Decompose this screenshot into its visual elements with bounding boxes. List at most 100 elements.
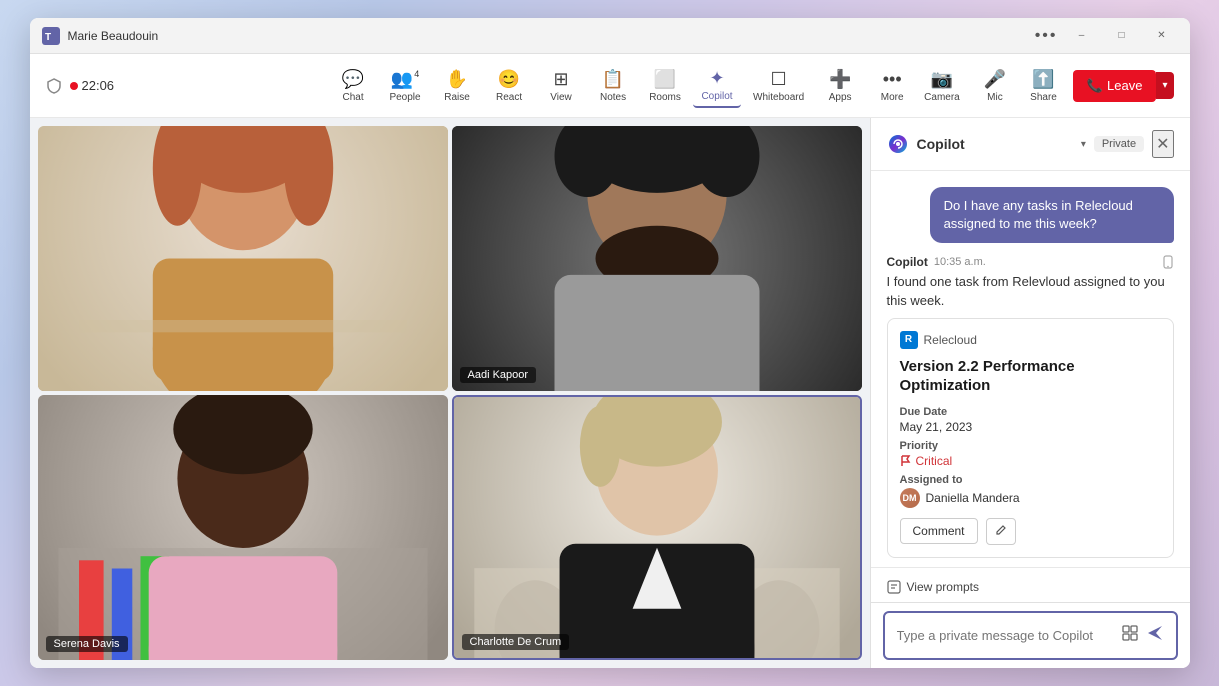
copilot-icon: ✦ xyxy=(709,68,724,89)
priority-label: Priority xyxy=(900,440,1161,452)
toolbar-raise[interactable]: ✋ Raise xyxy=(433,65,481,107)
close-window-button[interactable]: ✕ xyxy=(1146,26,1178,46)
more-options-button[interactable]: ••• xyxy=(1035,26,1058,46)
copilot-chevron-icon: ▾ xyxy=(1081,139,1086,150)
toolbar-center: 💬 Chat 👥4 People ✋ Raise 😊 React ⊞ View … xyxy=(329,64,916,108)
raise-icon: ✋ xyxy=(446,69,468,90)
copilot-title: Copilot xyxy=(917,136,1073,152)
toolbar-react[interactable]: 😊 React xyxy=(485,65,533,107)
send-button[interactable] xyxy=(1146,624,1164,647)
assigned-to-row: DM Daniella Mandera xyxy=(900,488,1161,508)
relecloud-icon: R xyxy=(900,331,918,349)
task-title: Version 2.2 Performance Optimization xyxy=(900,357,1161,396)
leave-button-group: 📞 Leave ▾ xyxy=(1073,70,1174,102)
grid-input-button[interactable] xyxy=(1120,623,1140,648)
copilot-header: Copilot ▾ Private ✕ xyxy=(871,118,1190,171)
assigned-to-label: Assigned to xyxy=(900,474,1161,486)
view-prompts-row[interactable]: View prompts xyxy=(871,572,1190,602)
copilot-meta: Copilot 10:35 a.m. xyxy=(887,255,1174,269)
window-controls: ••• – □ ✕ xyxy=(1035,26,1178,46)
task-card-header: R Relecloud xyxy=(900,331,1161,349)
flag-icon xyxy=(900,455,912,467)
teams-window: T Marie Beaudouin ••• – □ ✕ 22:06 💬 Chat xyxy=(30,18,1190,668)
pencil-icon xyxy=(995,524,1007,536)
task-assigned: Assigned to DM Daniella Mandera xyxy=(900,474,1161,508)
task-source: Relecloud xyxy=(924,333,977,347)
timer-display: 22:06 xyxy=(82,78,115,93)
view-icon: ⊞ xyxy=(553,69,568,90)
toolbar-whiteboard[interactable]: ☐ Whiteboard xyxy=(745,65,812,107)
assignee-avatar: DM xyxy=(900,488,920,508)
name-tag-2: Aadi Kapoor xyxy=(460,367,537,383)
mic-icon: 🎤 xyxy=(984,69,1006,90)
toolbar-view[interactable]: ⊞ View xyxy=(537,65,585,107)
minimize-button[interactable]: – xyxy=(1066,26,1098,46)
rooms-icon: ⬜ xyxy=(654,69,676,90)
divider xyxy=(871,567,1190,568)
priority-text: Critical xyxy=(916,454,953,468)
toolbar-left: 22:06 xyxy=(46,78,330,94)
input-actions xyxy=(1120,623,1164,648)
more-label: More xyxy=(881,92,904,103)
toolbar-rooms[interactable]: ⬜ Rooms xyxy=(641,65,689,107)
video-cell-1 xyxy=(38,126,448,391)
video-cell-2: Aadi Kapoor xyxy=(452,126,862,391)
react-icon: 😊 xyxy=(498,69,520,90)
phone-icon: 📞 xyxy=(1087,78,1103,94)
toolbar-apps[interactable]: ➕ Apps xyxy=(816,65,864,107)
task-card: R Relecloud Version 2.2 Performance Opti… xyxy=(887,318,1174,558)
leave-label: Leave xyxy=(1107,78,1142,93)
mobile-icon xyxy=(1162,255,1174,269)
name-tag-4: Charlotte De Crum xyxy=(462,634,570,650)
copilot-panel: Copilot ▾ Private ✕ Do I have any tasks … xyxy=(870,118,1190,668)
assignee-name: Daniella Mandera xyxy=(926,491,1020,505)
toolbar-notes[interactable]: 📋 Notes xyxy=(589,65,637,107)
video-cell-4: Charlotte De Crum xyxy=(452,395,862,660)
react-label: React xyxy=(496,92,522,103)
maximize-button[interactable]: □ xyxy=(1106,26,1138,46)
mic-button[interactable]: 🎤 Mic xyxy=(976,65,1014,107)
view-label: View xyxy=(550,92,572,103)
edit-button[interactable] xyxy=(986,518,1016,545)
copilot-bot-time: 10:35 a.m. xyxy=(934,256,986,268)
leave-button[interactable]: 📞 Leave xyxy=(1073,70,1157,102)
share-button[interactable]: ⬆️ Share xyxy=(1022,65,1065,107)
title-bar: T Marie Beaudouin ••• – □ ✕ xyxy=(30,18,1190,54)
mic-label: Mic xyxy=(987,92,1003,103)
name-tag-3: Serena Davis xyxy=(46,636,128,652)
whiteboard-label: Whiteboard xyxy=(753,92,804,103)
comment-button[interactable]: Comment xyxy=(900,518,978,544)
toolbar-chat[interactable]: 💬 Chat xyxy=(329,65,377,107)
copilot-response: Copilot 10:35 a.m. I found one task from… xyxy=(887,255,1174,563)
main-area: Aadi Kapoor xyxy=(30,118,1190,668)
task-due-date: Due Date May 21, 2023 xyxy=(900,406,1161,434)
video-cell-3: Serena Davis xyxy=(38,395,448,660)
svg-text:T: T xyxy=(45,32,51,43)
camera-button[interactable]: 📷 Camera xyxy=(916,65,968,107)
copilot-input[interactable] xyxy=(897,628,1112,643)
leave-dropdown-button[interactable]: ▾ xyxy=(1156,72,1173,99)
person-silhouette-1 xyxy=(38,126,448,391)
teams-logo-icon: T xyxy=(42,27,60,45)
view-prompts-label: View prompts xyxy=(907,580,979,594)
copilot-close-button[interactable]: ✕ xyxy=(1152,130,1173,158)
share-label: Share xyxy=(1030,92,1057,103)
apps-icon: ➕ xyxy=(829,69,851,90)
chat-label: Chat xyxy=(342,92,363,103)
copilot-logo-icon xyxy=(887,133,909,155)
toolbar-copilot[interactable]: ✦ Copilot xyxy=(693,64,741,108)
meeting-toolbar: 22:06 💬 Chat 👥4 People ✋ Raise 😊 React ⊞ xyxy=(30,54,1190,118)
record-dot-icon xyxy=(70,82,78,90)
toolbar-more[interactable]: ••• More xyxy=(868,65,916,107)
person-silhouette-4 xyxy=(454,397,860,658)
toolbar-people[interactable]: 👥4 People xyxy=(381,65,429,107)
shield-icon xyxy=(46,78,62,94)
chat-icon: 💬 xyxy=(342,69,364,90)
toolbar-right: 📷 Camera 🎤 Mic ⬆️ Share 📞 Leave ▾ xyxy=(916,65,1173,107)
people-badge: 4 xyxy=(414,69,419,79)
priority-value: Critical xyxy=(900,454,1161,468)
recording-indicator: 22:06 xyxy=(70,78,115,93)
more-icon: ••• xyxy=(883,69,902,90)
prompts-icon xyxy=(887,580,901,594)
task-actions: Comment xyxy=(900,518,1161,545)
